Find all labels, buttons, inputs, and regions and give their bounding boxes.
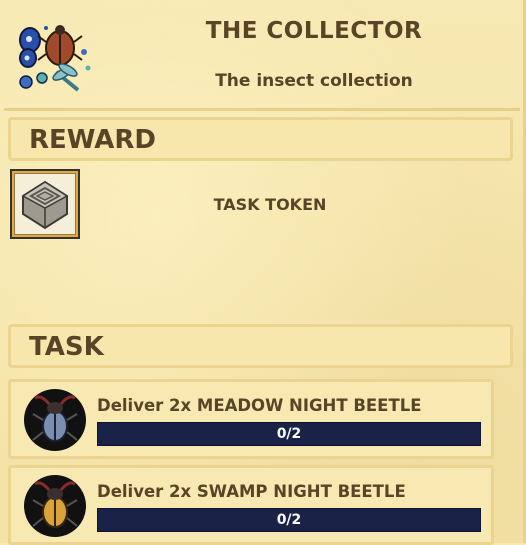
reward-item-label: TASK TOKEN: [213, 195, 327, 214]
task-section-header: TASK: [8, 324, 513, 368]
reward-section-header: REWARD: [8, 117, 513, 161]
quest-title: THE COLLECTOR: [205, 18, 423, 44]
reward-item-slot[interactable]: [10, 169, 80, 239]
task-progress-text: 0/2: [276, 426, 302, 442]
task-token-icon: [21, 180, 69, 230]
task-row[interactable]: Deliver 2x SWAMP NIGHT BEETLE 0/2: [8, 465, 494, 545]
task-label: Deliver 2x MEADOW NIGHT BEETLE: [97, 396, 422, 415]
task-progress-bar: 0/2: [97, 422, 481, 446]
swamp-night-beetle-icon: [24, 475, 86, 537]
quest-header: THE COLLECTOR The insect collection: [4, 4, 520, 111]
task-section-label: TASK: [29, 332, 104, 362]
task-label: Deliver 2x SWAMP NIGHT BEETLE: [97, 482, 406, 501]
meadow-night-beetle-icon: [24, 389, 86, 451]
reward-section-label: REWARD: [29, 125, 157, 155]
insect-collection-icon: [19, 25, 91, 92]
task-progress-text: 0/2: [276, 512, 302, 528]
quest-subtitle: The insect collection: [215, 71, 413, 91]
task-row[interactable]: Deliver 2x MEADOW NIGHT BEETLE 0/2: [8, 379, 494, 459]
task-progress-bar: 0/2: [97, 508, 481, 532]
